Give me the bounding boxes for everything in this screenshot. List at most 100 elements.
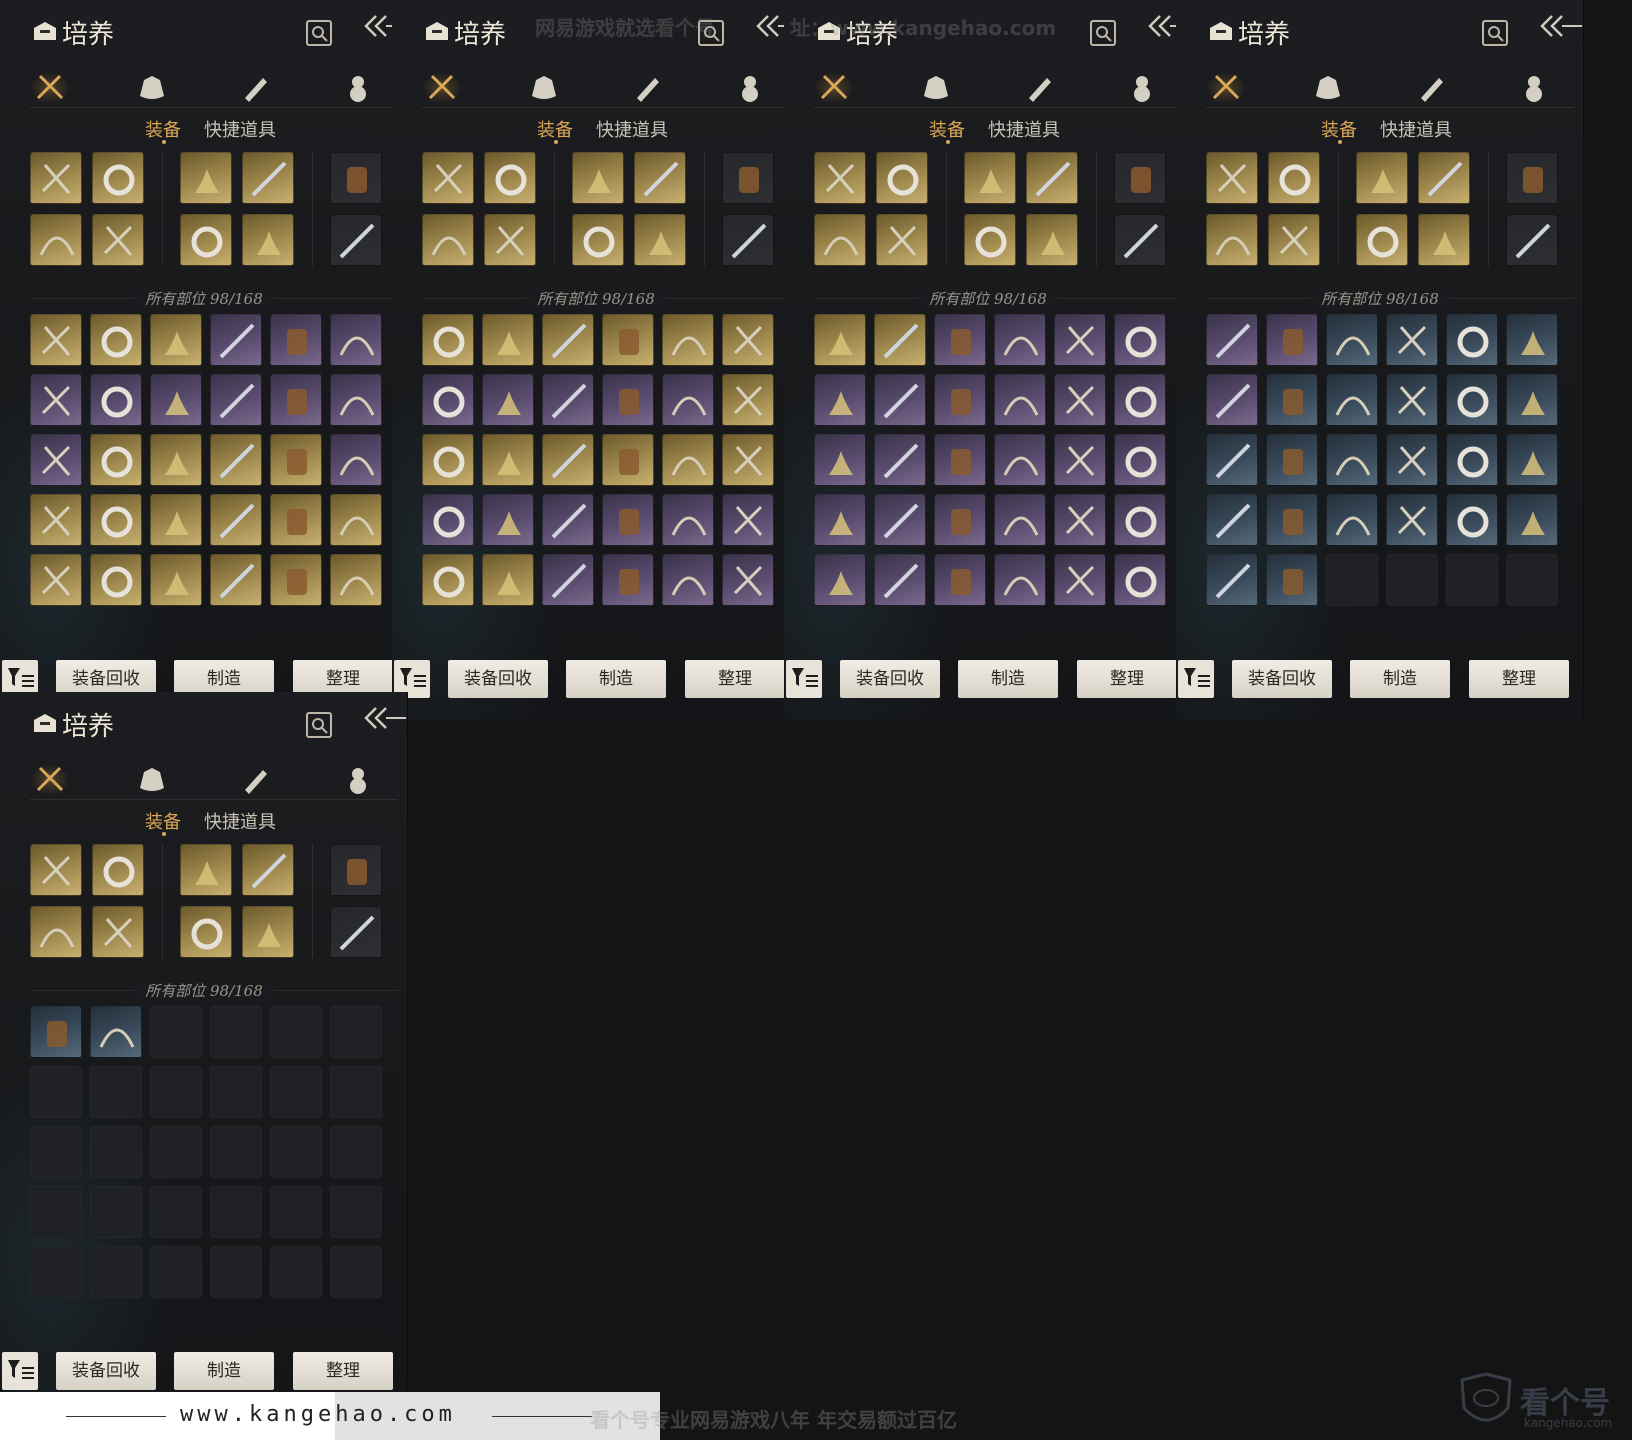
inventory-slot[interactable] (90, 374, 142, 426)
inventory-slot[interactable] (30, 1006, 82, 1058)
equipped-slot[interactable] (330, 844, 382, 896)
inventory-slot[interactable] (602, 554, 654, 606)
category-tab[interactable] (235, 764, 275, 796)
inventory-slot[interactable] (90, 434, 142, 486)
inventory-slot[interactable] (602, 494, 654, 546)
inventory-slot[interactable] (994, 494, 1046, 546)
inventory-slot[interactable] (482, 554, 534, 606)
inventory-slot[interactable] (814, 374, 866, 426)
inventory-slot[interactable] (994, 314, 1046, 366)
category-tab[interactable] (1019, 72, 1059, 104)
inventory-slot[interactable] (662, 494, 714, 546)
recycle-button[interactable]: 装备回收 (1232, 660, 1332, 698)
category-tab[interactable] (1206, 72, 1246, 104)
equipped-slot[interactable] (814, 214, 866, 266)
inventory-slot-empty[interactable] (30, 1126, 82, 1178)
inventory-slot[interactable] (1386, 374, 1438, 426)
category-tab[interactable] (30, 72, 70, 104)
back-button[interactable] (362, 704, 406, 736)
equipped-slot[interactable] (30, 214, 82, 266)
inventory-slot[interactable] (934, 494, 986, 546)
inventory-slot[interactable] (934, 434, 986, 486)
inventory-slot-empty[interactable] (150, 1006, 202, 1058)
filter-button[interactable] (1178, 660, 1214, 698)
inventory-slot[interactable] (1506, 314, 1558, 366)
inventory-slot[interactable] (210, 314, 262, 366)
inventory-slot[interactable] (330, 554, 382, 606)
category-tab[interactable] (1514, 72, 1554, 104)
inventory-slot[interactable] (90, 554, 142, 606)
inventory-slot-empty[interactable] (330, 1066, 382, 1118)
inventory-slot[interactable] (30, 374, 82, 426)
inventory-slot-empty[interactable] (1386, 554, 1438, 606)
tab-quick-items[interactable]: 快捷道具 (988, 116, 1060, 142)
inventory-slot[interactable] (1266, 314, 1318, 366)
inventory-slot[interactable] (1326, 434, 1378, 486)
equipped-slot[interactable] (1506, 214, 1558, 266)
inventory-slot-empty[interactable] (210, 1186, 262, 1238)
equipped-slot[interactable] (180, 152, 232, 204)
equipped-slot[interactable] (1356, 214, 1408, 266)
equipped-slot[interactable] (422, 214, 474, 266)
sort-button[interactable]: 整理 (685, 660, 785, 698)
inventory-slot-empty[interactable] (90, 1126, 142, 1178)
inventory-slot[interactable] (1114, 554, 1166, 606)
equipped-slot[interactable] (964, 214, 1016, 266)
category-tab[interactable] (627, 72, 667, 104)
inventory-slot[interactable] (422, 434, 474, 486)
inventory-slot[interactable] (542, 374, 594, 426)
inventory-slot[interactable] (1054, 554, 1106, 606)
inventory-slot[interactable] (1206, 554, 1258, 606)
inventory-slot[interactable] (662, 434, 714, 486)
equipped-slot[interactable] (330, 214, 382, 266)
inventory-slot-empty[interactable] (330, 1006, 382, 1058)
equipped-slot[interactable] (180, 214, 232, 266)
inventory-slot[interactable] (30, 314, 82, 366)
sort-button[interactable]: 整理 (293, 1352, 393, 1390)
inventory-slot[interactable] (90, 494, 142, 546)
inventory-slot[interactable] (722, 434, 774, 486)
inventory-slot[interactable] (330, 374, 382, 426)
equipped-slot[interactable] (722, 152, 774, 204)
equipped-slot[interactable] (1268, 152, 1320, 204)
inventory-slot-empty[interactable] (150, 1066, 202, 1118)
category-tab[interactable] (1308, 72, 1348, 104)
inventory-slot[interactable] (1054, 494, 1106, 546)
craft-button[interactable]: 制造 (958, 660, 1058, 698)
inventory-slot[interactable] (1206, 494, 1258, 546)
inventory-slot[interactable] (330, 314, 382, 366)
inventory-slot[interactable] (330, 494, 382, 546)
inventory-slot[interactable] (482, 494, 534, 546)
recycle-button[interactable]: 装备回收 (448, 660, 548, 698)
search-button[interactable] (306, 712, 332, 738)
tab-equipment[interactable]: 装备 (145, 116, 181, 142)
inventory-slot-empty[interactable] (30, 1246, 82, 1298)
equipped-slot[interactable] (572, 152, 624, 204)
inventory-slot[interactable] (662, 374, 714, 426)
equipped-slot[interactable] (484, 214, 536, 266)
inventory-slot[interactable] (1206, 434, 1258, 486)
equipped-slot[interactable] (876, 214, 928, 266)
equipped-slot[interactable] (1206, 152, 1258, 204)
equipped-slot[interactable] (92, 906, 144, 958)
equipped-slot[interactable] (1268, 214, 1320, 266)
equipped-slot[interactable] (634, 214, 686, 266)
inventory-slot[interactable] (662, 314, 714, 366)
inventory-slot[interactable] (1266, 374, 1318, 426)
inventory-slot[interactable] (934, 554, 986, 606)
inventory-slot[interactable] (210, 434, 262, 486)
inventory-slot[interactable] (330, 434, 382, 486)
inventory-slot-empty[interactable] (210, 1006, 262, 1058)
inventory-slot[interactable] (270, 434, 322, 486)
inventory-slot[interactable] (602, 314, 654, 366)
equipped-slot[interactable] (1114, 152, 1166, 204)
inventory-slot[interactable] (814, 314, 866, 366)
inventory-slot-empty[interactable] (90, 1186, 142, 1238)
recycle-button[interactable]: 装备回收 (56, 1352, 156, 1390)
inventory-slot[interactable] (662, 554, 714, 606)
inventory-slot[interactable] (1446, 374, 1498, 426)
inventory-slot[interactable] (874, 314, 926, 366)
craft-button[interactable]: 制造 (174, 1352, 274, 1390)
inventory-slot-empty[interactable] (210, 1066, 262, 1118)
inventory-slot[interactable] (814, 554, 866, 606)
